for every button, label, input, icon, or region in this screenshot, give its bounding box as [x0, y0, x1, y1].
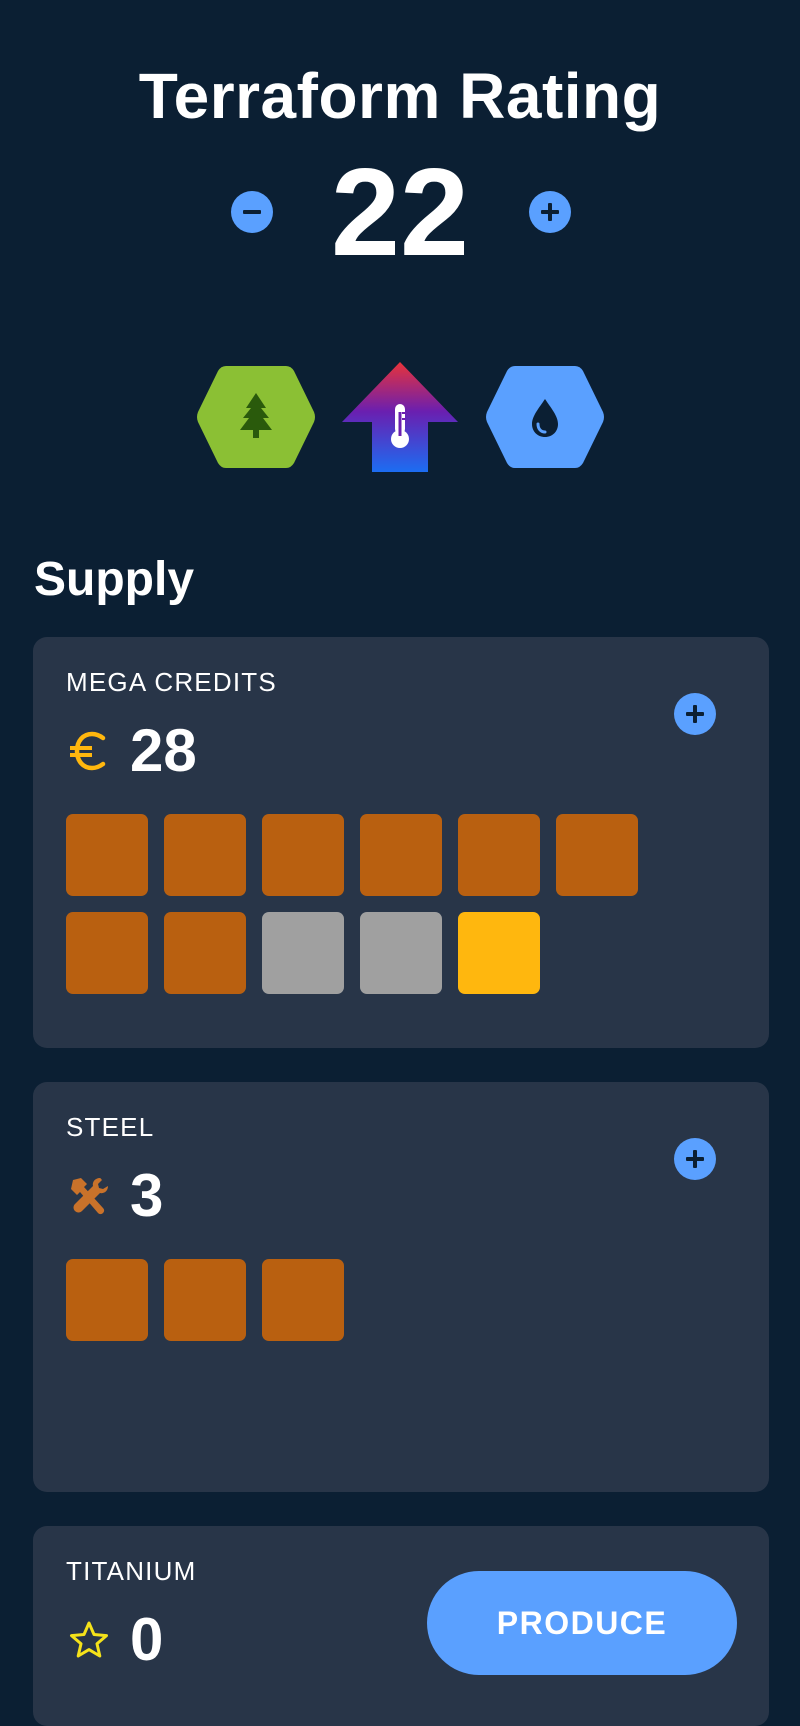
temperature-parameter-button[interactable]	[340, 360, 460, 472]
add-mega-credits-button[interactable]	[674, 693, 716, 735]
bronze-cube	[262, 814, 344, 896]
titanium-label: TITANIUM	[66, 1556, 197, 1586]
thermometer-icon	[342, 362, 458, 472]
mega-credits-card: MEGA CREDITS 28	[33, 637, 769, 1048]
titanium-card: TITANIUM 0 PRODUCE	[33, 1526, 769, 1726]
plus-icon	[686, 1150, 704, 1168]
gold-cube	[458, 912, 540, 994]
steel-value-row: 3	[66, 1164, 163, 1228]
ocean-parameter-button[interactable]	[485, 362, 605, 472]
oxygen-parameter-button[interactable]	[196, 362, 316, 472]
steel-card: STEEL 3	[33, 1082, 769, 1492]
bronze-cube	[164, 1259, 246, 1341]
mega-credits-value-row: 28	[66, 719, 197, 783]
plus-icon	[541, 203, 559, 221]
bronze-cube	[360, 814, 442, 896]
bronze-cube	[262, 1259, 344, 1341]
add-steel-button[interactable]	[674, 1138, 716, 1180]
silver-cube	[262, 912, 344, 994]
titanium-value-row: 0	[66, 1608, 163, 1672]
titanium-value: 0	[130, 1606, 164, 1673]
water-drop-icon	[486, 366, 604, 468]
terraform-rating-title: Terraform Rating	[138, 60, 662, 132]
terraform-rating-value: 22	[331, 144, 469, 282]
bronze-cube	[556, 814, 638, 896]
mega-credits-value: 28	[130, 717, 197, 784]
tools-icon	[66, 1173, 112, 1219]
increase-rating-button[interactable]	[529, 191, 571, 233]
mega-credits-label: MEGA CREDITS	[66, 667, 277, 697]
app-screen: Terraform Rating 22 Supply MEGA CREDITS …	[0, 0, 800, 1726]
star-icon	[66, 1617, 112, 1663]
silver-cube	[360, 912, 442, 994]
tree-icon	[197, 366, 315, 468]
bronze-cube	[66, 912, 148, 994]
bronze-cube	[66, 1259, 148, 1341]
plus-icon	[686, 705, 704, 723]
steel-value: 3	[130, 1162, 164, 1229]
bronze-cube	[66, 814, 148, 896]
bronze-cube	[164, 814, 246, 896]
produce-button[interactable]: PRODUCE	[427, 1571, 737, 1675]
terraform-rating-row: 22	[0, 148, 800, 278]
supply-heading: Supply	[34, 553, 195, 606]
steel-label: STEEL	[66, 1112, 155, 1142]
euro-icon	[66, 728, 112, 774]
bronze-cube	[164, 912, 246, 994]
bronze-cube	[458, 814, 540, 896]
